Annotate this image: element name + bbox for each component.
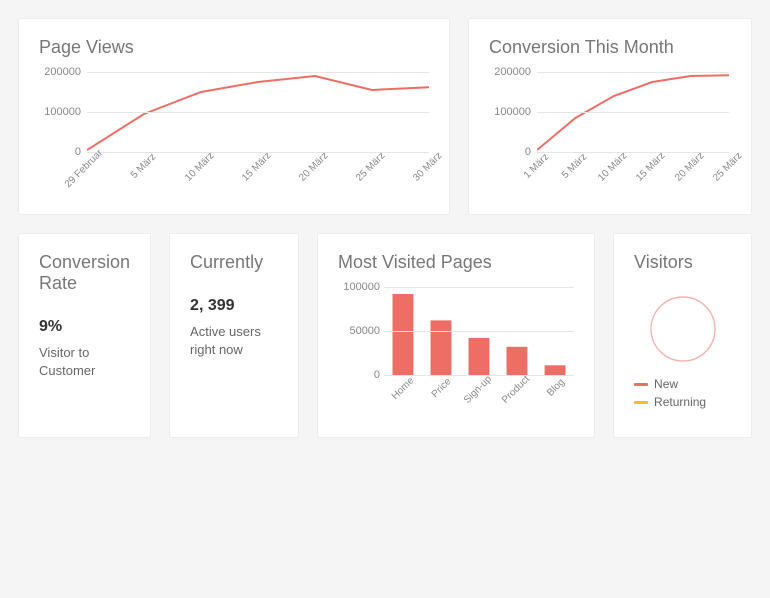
- ytick-label: 0: [489, 146, 531, 158]
- xtick-label: Product: [500, 374, 532, 406]
- ytick-label: 50000: [338, 325, 380, 337]
- card-conversion-month: Conversion This Month 01000002000001 Mär…: [468, 18, 752, 215]
- row-top: Page Views 010000020000029 Februar5 März…: [18, 18, 752, 215]
- card-conversion-rate: Conversion Rate 9% Visitor to Customer: [18, 233, 151, 438]
- ytick-label: 200000: [39, 66, 81, 78]
- card-page-views: Page Views 010000020000029 Februar5 März…: [18, 18, 450, 215]
- legend-swatch-icon: [634, 383, 648, 386]
- xtick-label: 25 März: [711, 150, 744, 183]
- card-title: Currently: [190, 252, 278, 273]
- ytick-label: 200000: [489, 66, 531, 78]
- ytick-label: 100000: [39, 106, 81, 118]
- xtick-label: 10 März: [183, 150, 216, 183]
- card-currently: Currently 2, 399 Active users right now: [169, 233, 299, 438]
- legend-label: Returning: [654, 395, 706, 409]
- conversion-rate-value: 9%: [39, 318, 130, 336]
- dashboard: Page Views 010000020000029 Februar5 März…: [0, 0, 770, 456]
- conversion-rate-sub: Visitor to Customer: [39, 344, 130, 380]
- legend-item-new: New: [634, 377, 731, 391]
- xtick-label: 15 März: [240, 150, 273, 183]
- card-title: Visitors: [634, 252, 731, 273]
- xtick-label: 20 März: [297, 150, 330, 183]
- legend-swatch-icon: [634, 401, 648, 404]
- legend-label: New: [654, 377, 678, 391]
- ytick-label: 100000: [338, 281, 380, 293]
- card-title: Conversion This Month: [489, 37, 731, 58]
- xtick-label: Home: [390, 375, 417, 402]
- card-visitors: Visitors New Returning: [613, 233, 752, 438]
- xtick-label: 30 März: [411, 150, 444, 183]
- most-visited-chart: 050000100000HomePriceSign-upProductBlog: [338, 287, 574, 421]
- page-views-chart: 010000020000029 Februar5 März10 März15 M…: [39, 72, 429, 198]
- xtick-label: Sign-up: [462, 374, 494, 406]
- visitors-donut: [634, 293, 731, 365]
- xtick-label: 5 März: [560, 152, 589, 181]
- xtick-label: Blog: [545, 377, 567, 399]
- conversion-month-chart: 01000002000001 März5 März10 März15 März2…: [489, 72, 731, 198]
- xtick-label: 25 März: [354, 150, 387, 183]
- currently-value: 2, 399: [190, 297, 278, 315]
- legend-item-returning: Returning: [634, 395, 731, 409]
- xtick-label: Price: [430, 376, 454, 400]
- card-title: Conversion Rate: [39, 252, 130, 294]
- card-title: Page Views: [39, 37, 429, 58]
- ytick-label: 0: [338, 369, 380, 381]
- xtick-label: 15 März: [634, 150, 667, 183]
- visitors-legend: New Returning: [634, 377, 731, 409]
- ytick-label: 0: [39, 146, 81, 158]
- currently-sub: Active users right now: [190, 323, 278, 359]
- donut-chart-icon: [647, 293, 719, 365]
- xtick-label: 20 März: [673, 150, 706, 183]
- row-bottom: Conversion Rate 9% Visitor to Customer C…: [18, 233, 752, 438]
- card-most-visited: Most Visited Pages 0 50000 100000 Home Price…: [317, 233, 595, 438]
- card-title: Most Visited Pages: [338, 252, 574, 273]
- ytick-label: 100000: [489, 106, 531, 118]
- xtick-label: 5 März: [129, 152, 158, 181]
- xtick-label: 10 März: [596, 150, 629, 183]
